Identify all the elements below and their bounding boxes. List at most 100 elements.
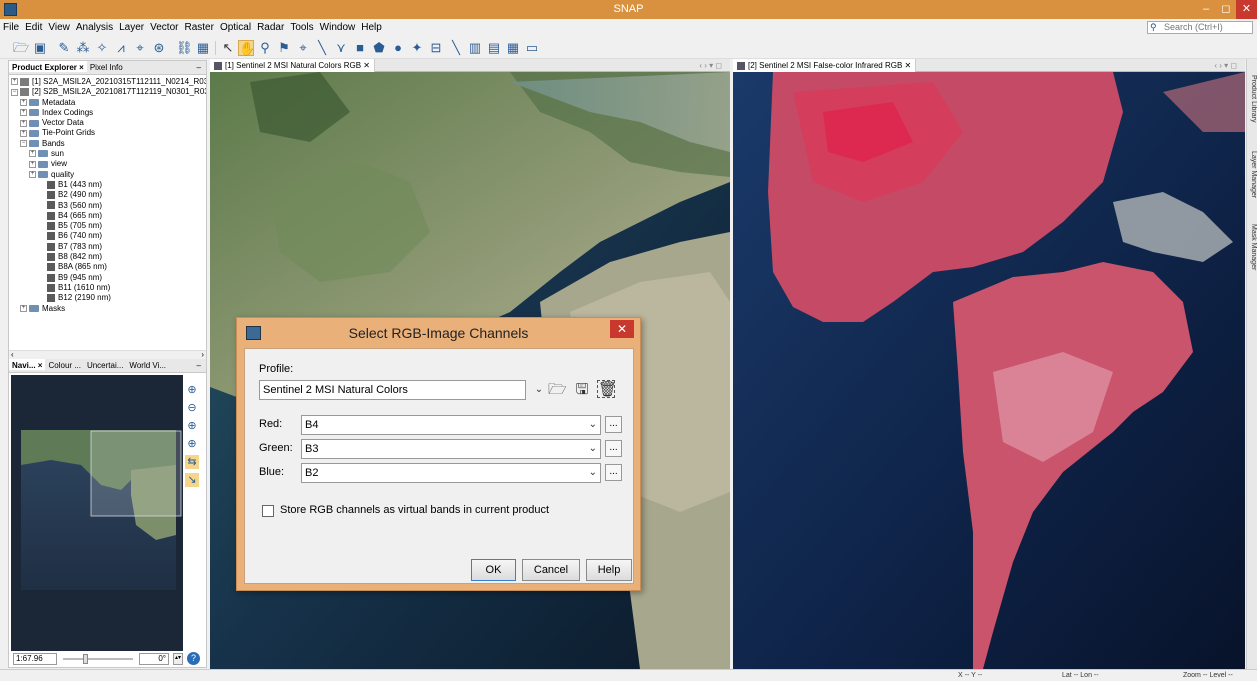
tree-item[interactable]: + Vector Data [9, 118, 206, 128]
tile-horizontally-icon[interactable]: ▤ [486, 40, 502, 56]
expand-icon[interactable]: + [20, 119, 27, 127]
sync-cursor-icon[interactable]: ↘ [185, 473, 199, 487]
zoom-in-icon[interactable]: ⊕ [185, 383, 199, 397]
minimize-nav-icon[interactable]: – [194, 359, 204, 370]
menu-window[interactable]: Window [317, 19, 359, 33]
expand-icon[interactable]: + [11, 78, 18, 86]
zoom-out-icon[interactable]: ⊖ [185, 401, 199, 415]
expand-icon[interactable]: + [29, 150, 36, 158]
tab-pixel-info[interactable]: Pixel Info [87, 61, 126, 72]
save-product-icon[interactable]: ▣ [32, 40, 48, 56]
tree-item[interactable]: + Index Codings [9, 108, 206, 118]
layer-manager-tab[interactable]: Layer Manager [1250, 151, 1257, 198]
graph-icon[interactable]: ⛓ [176, 40, 193, 56]
maximize-button[interactable]: ◻ [1216, 0, 1236, 19]
tree-item[interactable]: + [1] S2A_MSIL2A_20210315T112111_N0214_R0… [9, 77, 206, 87]
menu-file[interactable]: File [0, 19, 22, 33]
view-tab-false-color[interactable]: [2] Sentinel 2 MSI False-color Infrared … [733, 59, 917, 72]
pan-tool-icon[interactable]: ✋ [238, 40, 255, 56]
scroll-right-icon[interactable]: › [201, 350, 204, 359]
range-finder-icon[interactable]: ⊟ [428, 40, 444, 56]
tab-world-view[interactable]: World Vi... [126, 359, 169, 370]
ellipse-drawing-icon[interactable]: ● [390, 40, 406, 56]
profile-dropdown-icon[interactable]: ⌄ [530, 381, 548, 399]
save-profile-icon[interactable]: 🖫 [573, 381, 591, 399]
zoom-tool-icon[interactable]: ⚲ [257, 40, 273, 56]
rectangle-drawing-icon[interactable]: ■ [352, 40, 368, 56]
tree-item[interactable]: + Tie-Point Grids [9, 128, 206, 138]
green-channel-select[interactable]: B3 ⌄ [301, 439, 601, 459]
minimize-button[interactable]: – [1196, 0, 1216, 19]
zoom-slider-thumb[interactable] [83, 654, 88, 664]
mask-manager-tab[interactable]: Mask Manager [1250, 224, 1257, 270]
product-library-tab[interactable]: Product Library [1250, 75, 1257, 122]
false-color-image[interactable] [733, 72, 1245, 669]
zoom-factor-field[interactable]: 1:67.96 [13, 653, 57, 665]
tree-item[interactable]: B6 (740 nm) [9, 231, 206, 241]
navigation-preview[interactable] [11, 375, 183, 651]
time-series-icon[interactable]: ▦ [195, 40, 211, 56]
select-tool-icon[interactable]: ↖ [220, 40, 236, 56]
expand-icon[interactable]: + [29, 171, 36, 179]
expand-icon[interactable]: + [20, 304, 27, 312]
tree-item[interactable]: + Metadata [9, 98, 206, 108]
tab-product-explorer[interactable]: Product Explorer × [9, 61, 87, 72]
zoom-slider[interactable] [63, 658, 133, 660]
tree-item[interactable]: + sun [9, 149, 206, 159]
scatter-plot-icon[interactable]: ⁂ [75, 40, 91, 56]
menu-help[interactable]: Help [358, 19, 385, 33]
menu-view[interactable]: View [45, 19, 73, 33]
band-maths-icon[interactable]: ✎ [56, 40, 72, 56]
red-expression-button[interactable]: ... [605, 416, 622, 433]
graph-builder-icon[interactable]: ✧ [94, 40, 110, 56]
tree-item[interactable]: B4 (665 nm) [9, 211, 206, 221]
menu-vector[interactable]: Vector [147, 19, 181, 33]
tile-evenly-icon[interactable]: ▥ [467, 40, 483, 56]
red-channel-select[interactable]: B4 ⌄ [301, 415, 601, 435]
blue-expression-button[interactable]: ... [605, 464, 622, 481]
tree-item[interactable]: B11 (1610 nm) [9, 283, 206, 293]
menu-analysis[interactable]: Analysis [73, 19, 116, 33]
tree-item[interactable]: + view [9, 159, 206, 169]
pin-manager-icon[interactable]: ⊛ [151, 40, 167, 56]
menu-optical[interactable]: Optical [217, 19, 254, 33]
virtual-bands-checkbox[interactable] [262, 505, 274, 517]
rotation-field[interactable]: 0° [139, 653, 169, 665]
help-icon[interactable]: ? [187, 652, 200, 665]
profile-plot-icon[interactable]: ⩘ [113, 40, 129, 56]
tree-item[interactable]: B8A (865 nm) [9, 262, 206, 272]
zoom-pixel-icon[interactable]: ⊕ [185, 419, 199, 433]
expand-icon[interactable]: + [20, 129, 27, 137]
horizontal-scrollbar[interactable]: ‹ › [9, 350, 206, 359]
tree-item[interactable]: − Bands [9, 139, 206, 149]
tree-item[interactable]: B7 (783 nm) [9, 242, 206, 252]
measure-icon[interactable]: ╲ [448, 40, 464, 56]
expand-icon[interactable]: + [29, 160, 36, 168]
menu-raster[interactable]: Raster [181, 19, 216, 33]
expand-icon[interactable]: − [20, 140, 27, 148]
polyline-drawing-icon[interactable]: ⋎ [333, 40, 349, 56]
profile-select[interactable]: Sentinel 2 MSI Natural Colors [259, 380, 526, 400]
tree-item[interactable]: + Masks [9, 304, 206, 314]
magic-wand-icon[interactable]: ✦ [409, 40, 425, 56]
close-button[interactable]: ✕ [1236, 0, 1257, 19]
open-profile-icon[interactable]: 🗁 [548, 381, 567, 399]
tree-item[interactable]: B1 (443 nm) [9, 180, 206, 190]
expand-icon[interactable]: + [20, 98, 27, 106]
view-tab-natural-colors[interactable]: [1] Sentinel 2 MSI Natural Colors RGB ✕ [210, 59, 375, 72]
blue-channel-select[interactable]: B2 ⌄ [301, 463, 601, 483]
menu-edit[interactable]: Edit [22, 19, 45, 33]
tree-item[interactable]: B8 (842 nm) [9, 252, 206, 262]
scroll-left-icon[interactable]: ‹ [11, 350, 14, 359]
zoom-all-icon[interactable]: ⊕ [185, 437, 199, 451]
ok-button[interactable]: OK [471, 559, 516, 581]
green-expression-button[interactable]: ... [605, 440, 622, 457]
help-button[interactable]: Help [586, 559, 632, 581]
tree-item[interactable]: B2 (490 nm) [9, 190, 206, 200]
tab-navigation[interactable]: Navi... × [9, 359, 46, 370]
gcp-placing-icon[interactable]: ⌖ [295, 40, 311, 56]
tree-item[interactable]: B5 (705 nm) [9, 221, 206, 231]
line-drawing-icon[interactable]: ╲ [314, 40, 330, 56]
view-tab-nav-icon-2[interactable]: ‹ › ▾ ◻ [1210, 59, 1241, 72]
polygon-drawing-icon[interactable]: ⬟ [371, 40, 387, 56]
